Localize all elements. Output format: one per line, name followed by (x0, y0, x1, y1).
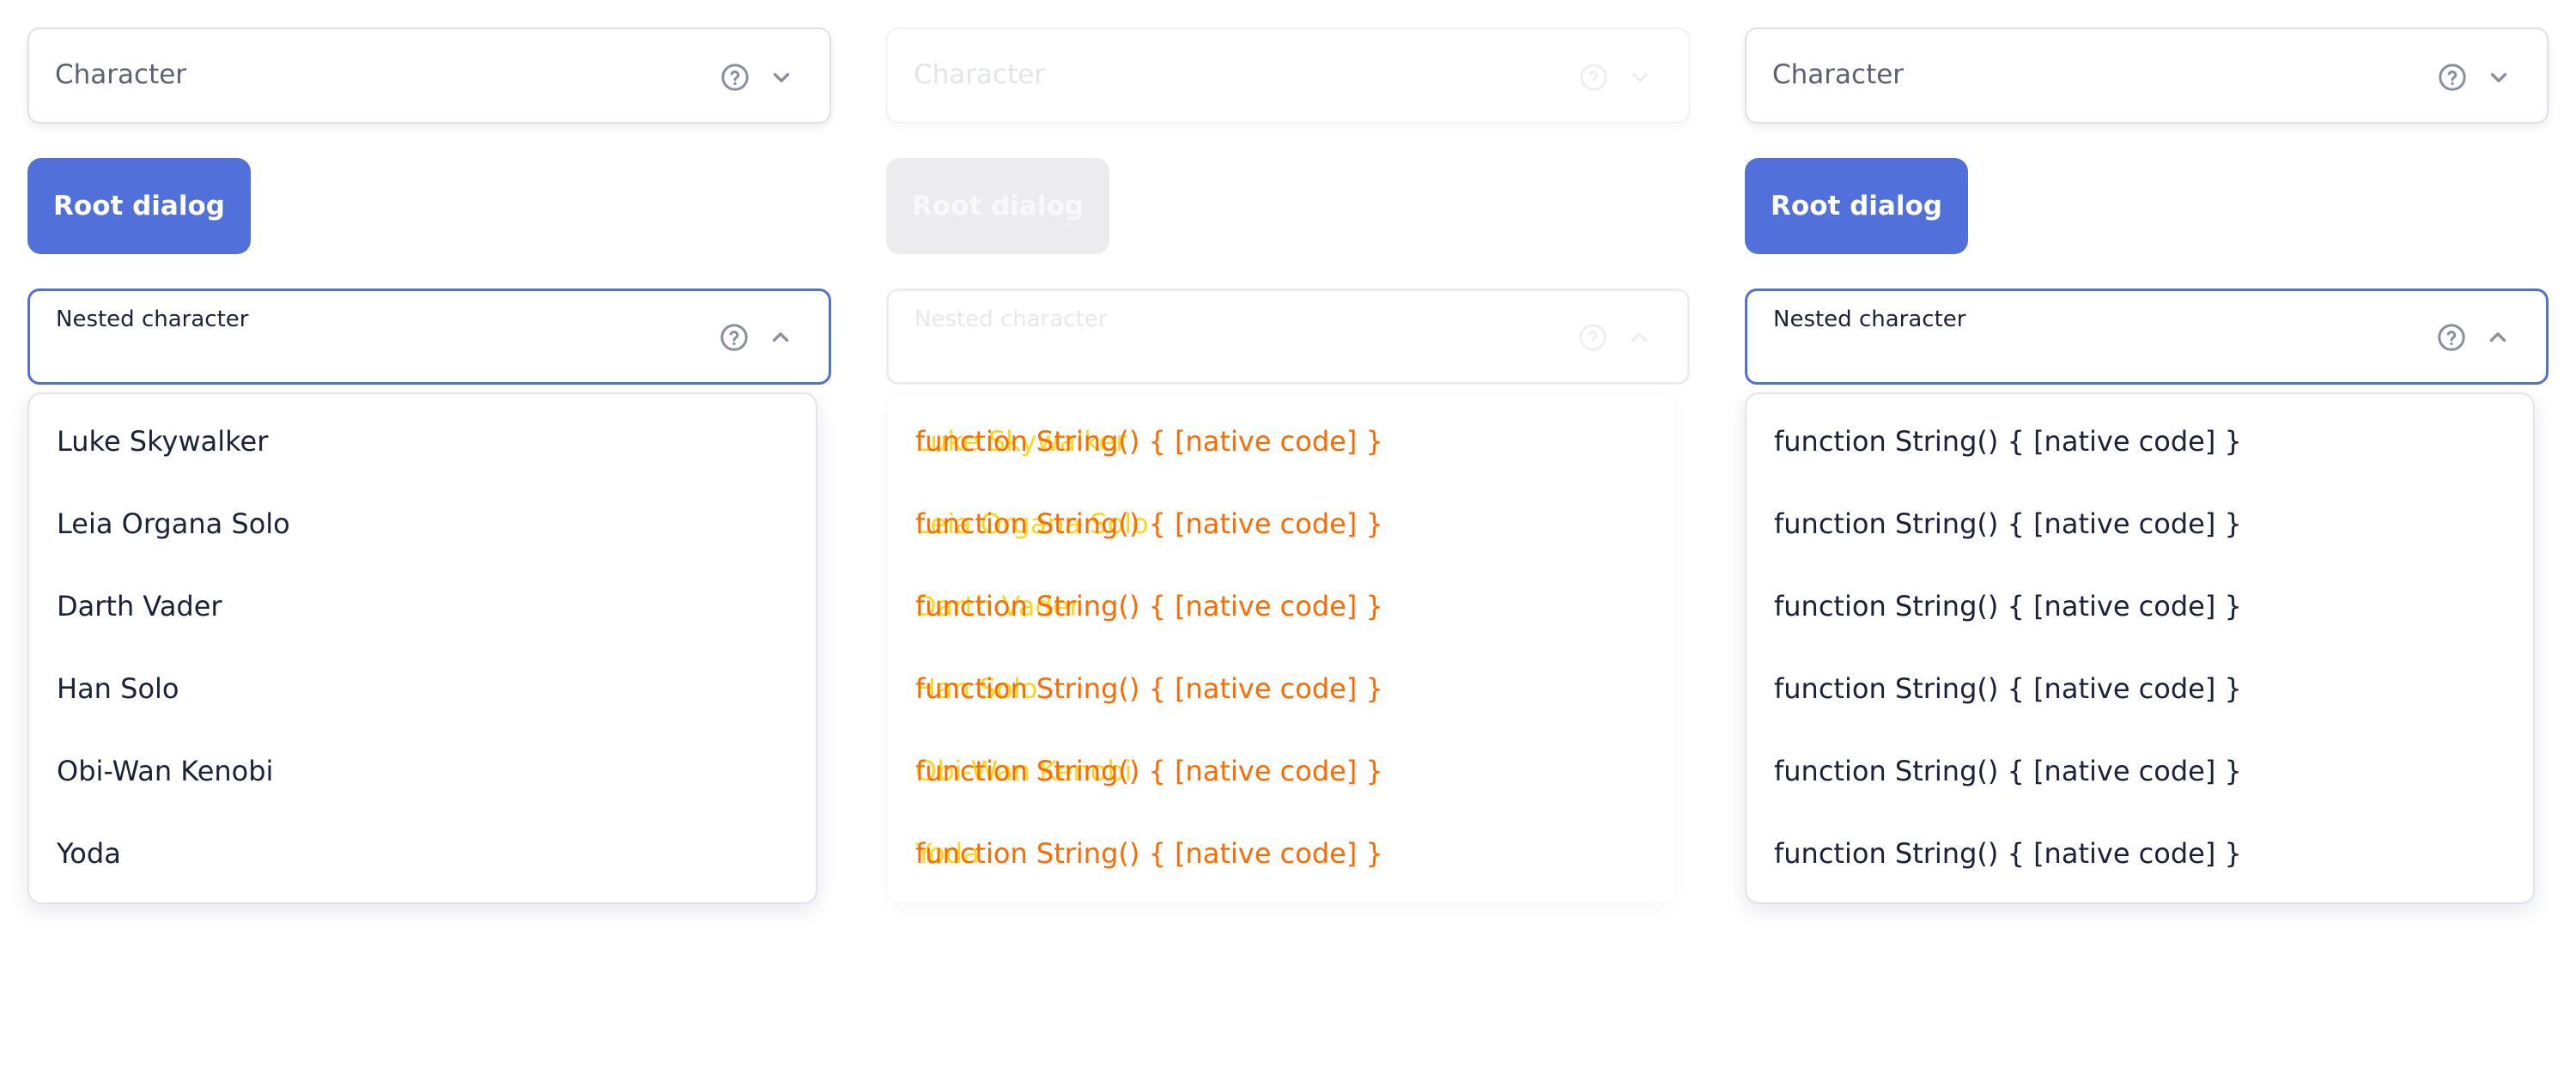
root-dialog-button[interactable]: Root dialog (27, 158, 251, 254)
chevron-up-icon[interactable] (2481, 320, 2515, 355)
root-dialog-button[interactable]: Root dialog (1745, 158, 1968, 254)
question-circle-icon[interactable] (717, 320, 751, 355)
options-listbox: Luke Skywalker Leia Organa Solo Darth Va… (27, 392, 817, 904)
root-dialog-button[interactable]: Root dialog (886, 158, 1109, 254)
nested-character-select[interactable]: Nested character (1745, 288, 2549, 385)
column-1: Character Root dialog Nested character L… (27, 0, 831, 1087)
character-select[interactable]: Character (886, 27, 1690, 124)
list-option[interactable]: Yoda function String() { [native code] } (915, 837, 1383, 870)
list-option[interactable]: Darth Vader (57, 590, 222, 622)
question-circle-icon[interactable] (1576, 320, 1610, 355)
chevron-down-icon[interactable] (2482, 60, 2516, 94)
list-option[interactable]: Obi-Wan Kenobi (57, 755, 273, 787)
list-option[interactable]: function String() { [native code] } (1774, 755, 2242, 787)
character-select-label: Character (1772, 59, 1905, 90)
list-option[interactable]: function String() { [native code] } (1774, 837, 2242, 870)
character-select-label: Character (914, 59, 1046, 90)
column-3: Character Root dialog Nested character f… (1745, 0, 2549, 1087)
character-select[interactable]: Character (27, 27, 831, 124)
list-option[interactable]: Leia Organa Solo function String() { [nat… (915, 507, 1383, 540)
added-text: function String() { [native code] } (915, 837, 1383, 870)
nested-character-select[interactable]: Nested character (886, 288, 1690, 385)
question-circle-icon[interactable] (1577, 60, 1611, 94)
added-text: function String() { [native code] } (915, 755, 1383, 787)
added-text: function String() { [native code] } (915, 672, 1383, 705)
added-text: function String() { [native code] } (915, 507, 1383, 540)
question-circle-icon[interactable] (2435, 60, 2470, 94)
character-select-label: Character (55, 59, 187, 90)
question-circle-icon[interactable] (718, 60, 752, 94)
list-option[interactable]: Yoda (57, 837, 121, 870)
nested-character-label: Nested character (1773, 307, 1966, 332)
added-text: function String() { [native code] } (915, 590, 1383, 622)
list-option[interactable]: function String() { [native code] } (1774, 425, 2242, 458)
list-option[interactable]: Han Solo function String() { [native code… (915, 672, 1383, 705)
nested-character-select[interactable]: Nested character (27, 288, 831, 385)
chevron-up-icon[interactable] (763, 320, 798, 355)
list-option[interactable]: function String() { [native code] } (1774, 672, 2242, 705)
character-select[interactable]: Character (1745, 27, 2549, 124)
list-option[interactable]: Han Solo (57, 672, 179, 705)
list-option[interactable]: Leia Organa Solo (57, 507, 290, 540)
list-option[interactable]: function String() { [native code] } (1774, 590, 2242, 622)
chevron-down-icon[interactable] (764, 60, 799, 94)
options-listbox: function String() { [native code] } func… (1745, 392, 2535, 904)
list-option[interactable]: Luke Skywalker (57, 425, 268, 458)
nested-character-label: Nested character (56, 307, 249, 332)
chevron-up-icon[interactable] (1622, 320, 1656, 355)
chevron-down-icon[interactable] (1623, 60, 1657, 94)
nested-character-label: Nested character (914, 307, 1108, 332)
list-option[interactable]: function String() { [native code] } (1774, 507, 2242, 540)
question-circle-icon[interactable] (2434, 320, 2469, 355)
list-option[interactable]: Luke Skywalker function String() { [nativ… (915, 425, 1383, 458)
list-option[interactable]: Darth Vader function String() { [native c… (915, 590, 1383, 622)
options-listbox: Luke Skywalker function String() { [nativ… (886, 392, 1676, 904)
added-text: function String() { [native code] } (915, 425, 1383, 458)
list-option[interactable]: Obi-Wan Kenobi function String() { [nativ… (915, 755, 1383, 787)
column-2: Character Root dialog Nested character L… (886, 0, 1690, 1087)
